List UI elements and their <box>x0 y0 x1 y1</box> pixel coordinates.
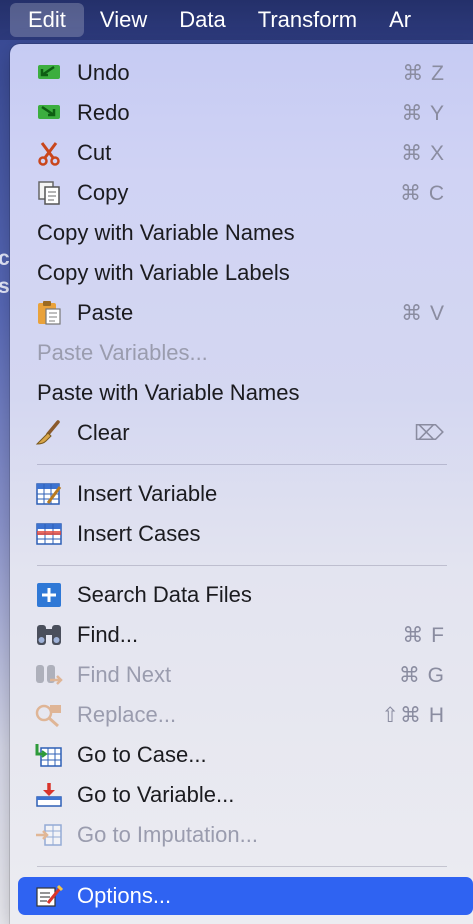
menu-item-find[interactable]: Find... ⌘ F <box>10 616 473 654</box>
menubar-view[interactable]: View <box>84 3 163 37</box>
menu-item-options[interactable]: Options... <box>18 877 473 915</box>
menu-item-label: Find Next <box>77 662 172 687</box>
menu-item-label: Clear <box>77 420 130 445</box>
menu-item-label: Go to Variable... <box>77 782 235 807</box>
menu-item-label: Paste <box>77 300 134 325</box>
menu-item-label: Undo <box>77 60 130 85</box>
undo-icon <box>34 60 64 86</box>
shortcut-text: ⌘ V <box>401 301 445 325</box>
menu-item-label: Go to Imputation... <box>77 822 258 847</box>
menu-item-label: Copy with Variable Names <box>37 220 295 245</box>
menu-item-redo[interactable]: Redo ⌘ Y <box>10 94 473 132</box>
menu-item-copy[interactable]: Copy ⌘ C <box>10 174 473 212</box>
menu-item-label: Insert Variable <box>77 481 218 506</box>
replace-icon <box>34 702 64 728</box>
menu-item-label: Insert Cases <box>77 521 201 546</box>
goto-case-icon <box>34 742 64 768</box>
menu-item-copy-with-variable-labels[interactable]: Copy with Variable Labels <box>10 254 473 292</box>
brush-icon <box>34 420 64 446</box>
copy-icon <box>34 180 64 206</box>
goto-imputation-icon <box>34 822 64 848</box>
menu-item-label: Copy with Variable Labels <box>37 260 290 285</box>
menu-item-search-data-files[interactable]: Search Data Files <box>10 576 473 614</box>
menu-item-paste-with-variable-names[interactable]: Paste with Variable Names <box>10 374 473 412</box>
shortcut-text: ⇧⌘ H <box>381 703 445 727</box>
menu-item-replace[interactable]: Replace... ⇧⌘ H <box>10 696 473 734</box>
menu-item-label: Go to Case... <box>77 742 207 767</box>
menu-item-undo[interactable]: Undo ⌘ Z <box>10 54 473 92</box>
menubar-data[interactable]: Data <box>163 3 241 37</box>
shortcut-text: ⌘ G <box>398 663 445 687</box>
menu-item-insert-variable[interactable]: Insert Variable <box>10 475 473 513</box>
clipboard-icon <box>34 300 64 326</box>
menubar-edit[interactable]: Edit <box>10 3 84 37</box>
menu-item-cut[interactable]: Cut ⌘ X <box>10 134 473 172</box>
menu-separator <box>37 866 447 867</box>
menu-item-label: Paste Variables... <box>37 340 208 365</box>
menu-item-label: Options... <box>77 883 172 908</box>
menu-item-label: Redo <box>77 100 130 125</box>
shortcut-text: ⌘ F <box>402 623 445 647</box>
menu-item-go-to-imputation[interactable]: Go to Imputation... <box>10 816 473 854</box>
find-next-icon <box>34 662 64 688</box>
shortcut-text: ⌘ Z <box>402 61 445 85</box>
menubar-analyze[interactable]: Ar <box>373 3 427 37</box>
menu-item-label: Cut <box>77 140 112 165</box>
forward-delete-icon: ⌦ <box>414 421 445 445</box>
menu-separator <box>37 565 447 566</box>
menu-item-paste-variables[interactable]: Paste Variables... <box>10 334 473 372</box>
menu-item-insert-cases[interactable]: Insert Cases <box>10 515 473 553</box>
scissors-icon <box>34 140 64 166</box>
binoculars-icon <box>34 622 64 648</box>
insert-cases-icon <box>34 521 64 547</box>
insert-variable-icon <box>34 481 64 507</box>
menubar-transform[interactable]: Transform <box>242 3 373 37</box>
menu-item-paste[interactable]: Paste ⌘ V <box>10 294 473 332</box>
menu-item-go-to-variable[interactable]: Go to Variable... <box>10 776 473 814</box>
menu-item-go-to-case[interactable]: Go to Case... <box>10 736 473 774</box>
redo-icon <box>34 100 64 126</box>
plus-box-icon <box>34 582 64 608</box>
shortcut-text: ⌘ X <box>401 141 445 165</box>
menu-item-label: Paste with Variable Names <box>37 380 300 405</box>
shortcut-text: ⌘ C <box>400 181 445 205</box>
menu-item-label: Search Data Files <box>77 582 252 607</box>
options-icon <box>34 883 64 909</box>
menu-item-find-next[interactable]: Find Next ⌘ G <box>10 656 473 694</box>
background-text-fragment: c <box>0 247 10 270</box>
menu-item-clear[interactable]: Clear ⌦ <box>10 414 473 452</box>
goto-variable-icon <box>34 782 64 808</box>
edit-menu: Undo ⌘ Z Redo ⌘ Y Cut ⌘ X Copy ⌘ C Copy … <box>10 44 473 924</box>
menu-separator <box>37 464 447 465</box>
shortcut-text: ⌘ Y <box>401 101 445 125</box>
menu-item-label: Find... <box>77 622 139 647</box>
menu-item-label: Replace... <box>77 702 177 727</box>
menu-item-copy-with-variable-names[interactable]: Copy with Variable Names <box>10 214 473 252</box>
menu-item-label: Copy <box>77 180 129 205</box>
menu-bar: Edit View Data Transform Ar <box>0 0 473 40</box>
